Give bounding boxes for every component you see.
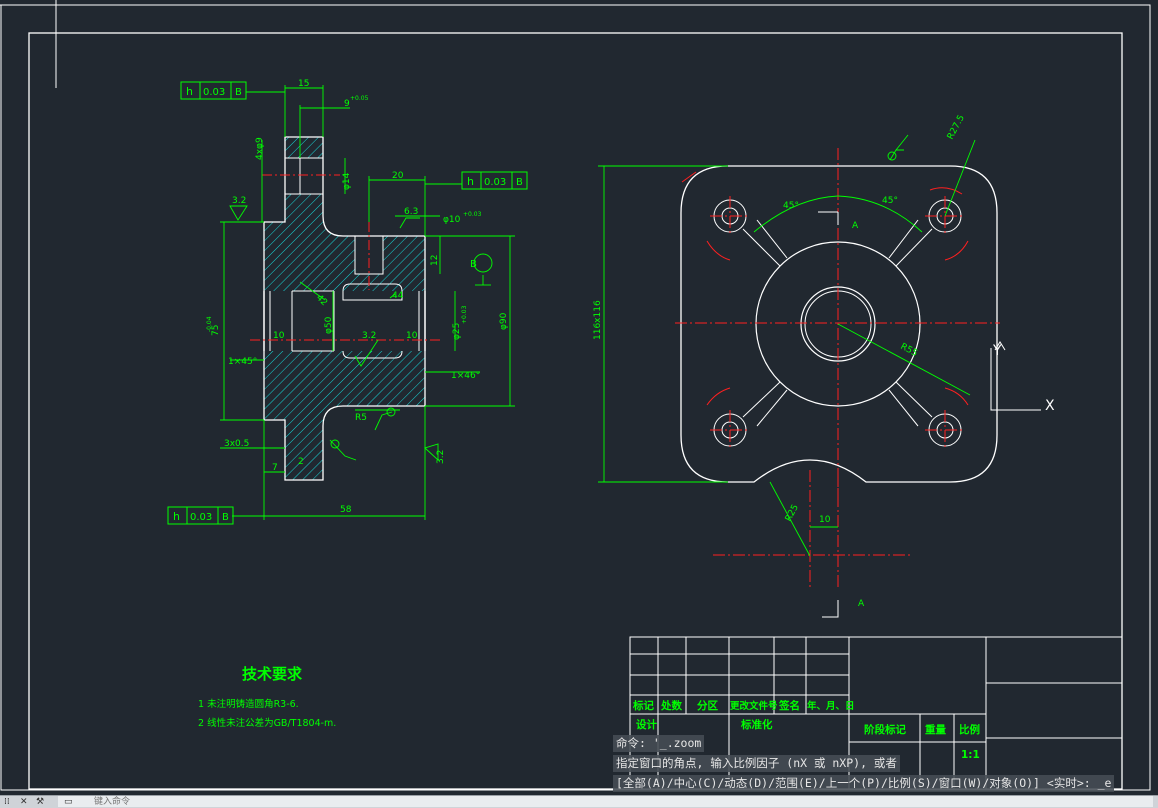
dim-75-tol: -0.04 [206,316,213,332]
gdt-tolerance: 0.03 [190,512,212,523]
dim-12: 12 [430,255,440,266]
front-dimensions [598,134,976,557]
dim-9-tol: +0.05 [350,95,369,102]
tb-biaoji: 标记 [632,699,654,712]
command-history-line: [全部(A)/中心(C)/动态(D)/范围(E)/上一个(P)/比例(S)/窗口… [613,775,1115,792]
gdt-datum: B [222,512,229,523]
gdt-frame-2: h 0.03 B [461,171,528,190]
dim-3x0.5: 3x0.5 [224,439,249,449]
gdt-tolerance: 0.03 [484,177,506,188]
close-icon[interactable]: ✕ [20,797,28,807]
ucs-icon: Y X [992,343,1055,414]
dim-50: φ50 [324,316,334,334]
drawing-frame [28,32,1123,790]
tb-biaozhunhua: 标准化 [740,718,773,731]
dim-10-tol: +0.03 [463,211,482,218]
command-history-line: 指定窗口的角点, 输入比例因子 (nX 或 nXP), 或者 [613,755,900,772]
datum-b-label: B [470,259,477,270]
gdt-tolerance: 0.03 [203,87,225,98]
front-view [675,148,1041,618]
dim-4x9: 4xφ9 [255,137,265,160]
grip-icon[interactable]: ⁞⁞ [4,797,10,807]
angle-45-left: 45° [783,201,799,211]
tb-chushu: 处数 [660,699,682,712]
gdt-frame-1: h 0.03 B [180,81,247,100]
tech-item-1: 1 未注明铸造圆角R3-6. [198,698,299,710]
radius-55: R55 [899,342,919,359]
cursor-crosshair [0,0,140,88]
wrench-icon[interactable]: ⚒ [36,797,44,807]
dim-10-a: 10 [273,331,285,341]
command-history-line: 命令: '_.zoom [613,735,705,752]
sheet-border [0,4,1151,791]
dim-10: φ10 [443,215,461,225]
dim-2: 2 [298,457,304,467]
drawing-canvas[interactable]: h 0.03 B h 0.03 B h 0.03 B B 15 9 +0.05 … [0,0,1158,795]
tb-qianming: 签名 [778,699,800,712]
dim-25-tol: +0.03 [461,305,468,324]
rough-6.3: 6.3 [404,207,418,217]
tb-genggai: 更改文件号 [730,700,778,712]
dim-58: 58 [340,505,352,515]
chamfer-right: 1×46° [451,371,480,381]
rough-3.2-b: 3.2 [362,331,376,341]
tb-jieduan: 阶段标记 [864,723,906,736]
ucs-x: X [1045,398,1055,414]
ucs-y: Y [992,343,1002,359]
gdt-symbol: h [467,175,474,188]
command-bar: ⁞⁞ ✕ ⚒ ▭ [0,795,1158,808]
tech-item-2: 2 线性未注公差为GB/T1804-m. [198,717,336,729]
dim-14: φ14 [342,172,352,190]
radius-5: R5 [355,413,367,423]
angle-45-right: 45° [882,196,898,206]
command-input[interactable] [58,796,1153,807]
chamfer-left: 1×45° [228,357,257,367]
tb-nianyueri: 年、月、日 [807,700,855,712]
tech-title: 技术要求 [242,665,303,683]
dim-44: 44 [392,291,404,301]
gdt-symbol: h [186,85,193,98]
rough-3.2-c: 3.2 [436,450,446,464]
dim-90: φ90 [499,312,509,330]
section-letter-a-top: A [852,221,859,231]
dim-25: φ25 [452,323,462,340]
dim-10-b: 10 [406,331,418,341]
dim-15: 15 [298,79,309,89]
tb-bili: 比例 [959,723,980,736]
tb-zhongliang: 重量 [925,723,946,736]
gdt-frame-3: h 0.03 B [167,506,234,525]
radius-25: R25 [784,503,801,523]
command-prompt-icon[interactable]: ▭ [64,797,73,807]
tb-sheji: 设计 [636,718,657,731]
gdt-datum: B [235,87,242,98]
dim-20: 20 [392,171,404,181]
tb-bili-value: 1:1 [961,749,980,761]
gdt-symbol: h [173,510,180,523]
dim-116: 116x116 [593,300,603,340]
dim-10-c: 10 [819,515,831,525]
section-letter-a-bottom: A [858,599,865,609]
gdt-datum: B [516,177,523,188]
tb-fenqu: 分区 [697,699,718,712]
rough-3.2-a: 3.2 [232,196,246,206]
dim-7: 7 [272,463,278,473]
radius-27.5: R27.5 [946,113,967,141]
technical-requirements: 技术要求 1 未注明铸造圆角R3-6. 2 线性未注公差为GB/T1804-m. [198,665,336,729]
